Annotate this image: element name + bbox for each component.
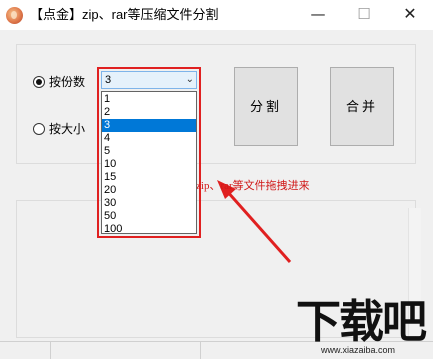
merge-button[interactable]: 合并 (330, 67, 394, 146)
maximize-button[interactable]: ☐ (341, 0, 387, 30)
watermark-url: www.xiazaiba.com (321, 345, 396, 355)
drop-hint-text: zip、rar等文件拖拽进来 (196, 180, 310, 192)
app-icon (6, 7, 23, 24)
highlight-box (97, 67, 201, 238)
status-divider (200, 341, 201, 359)
close-button[interactable]: ✕ (387, 0, 433, 30)
status-divider (50, 341, 51, 359)
by-size-label[interactable]: 按大小 (49, 122, 85, 136)
by-size-radio[interactable] (33, 123, 45, 135)
by-count-radio[interactable] (33, 76, 45, 88)
by-count-label[interactable]: 按份数 (49, 75, 85, 89)
watermark-logo: 下载吧 (296, 295, 427, 348)
split-button[interactable]: 分割 (234, 67, 298, 146)
window-title: 【点金】zip、rar等压缩文件分割 (30, 7, 219, 22)
title-bar: 【点金】zip、rar等压缩文件分割 — ☐ ✕ (0, 0, 433, 30)
minimize-button[interactable]: — (295, 0, 341, 30)
